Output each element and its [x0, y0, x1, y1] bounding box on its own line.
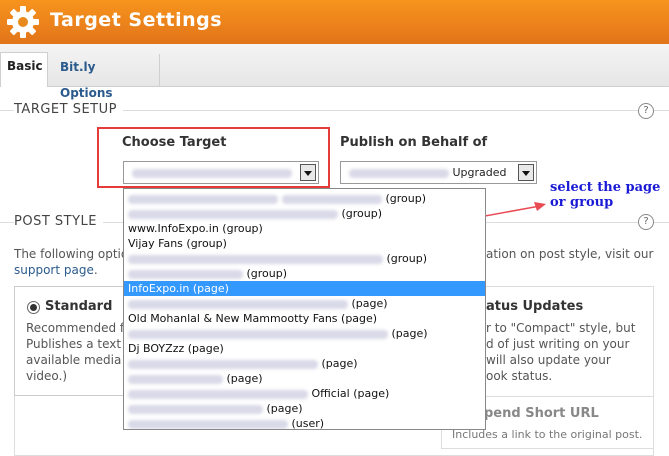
- dropdown-option-selected[interactable]: InfoExpo.in (page): [124, 281, 485, 296]
- redacted-text: [128, 374, 223, 384]
- redacted-text: [128, 269, 243, 279]
- status-updates-desc: r to "Compact" style, but d of just writ…: [486, 320, 635, 384]
- publish-behalf-select[interactable]: Upgraded: [340, 161, 537, 184]
- help-icon[interactable]: ?: [638, 103, 654, 119]
- option-text: (group): [246, 267, 288, 280]
- post-style-intro-right: ation on post style, visit our: [486, 247, 654, 261]
- post-style-intro-left: The following optio: [14, 247, 129, 261]
- dropdown-option[interactable]: (group): [124, 251, 485, 266]
- dropdown-option[interactable]: Official (page): [124, 386, 485, 401]
- dropdown-option[interactable]: (page): [124, 401, 485, 416]
- publish-behalf-label: Publish on Behalf of: [340, 135, 488, 150]
- dropdown-option[interactable]: (group): [124, 266, 485, 281]
- chevron-down-icon: [300, 164, 316, 181]
- section-post-style: POST STYLE: [14, 214, 103, 229]
- choose-target-label: Choose Target: [122, 135, 227, 150]
- annotation-text: select the page or group: [550, 180, 660, 210]
- redacted-text: [128, 254, 383, 264]
- standard-desc: Recommended fo Publishes a text ( availa…: [26, 320, 132, 384]
- redacted-text: [128, 299, 348, 309]
- redacted-text: [132, 168, 292, 178]
- desc-line: Recommended fo: [26, 321, 132, 335]
- tab-bitly-options[interactable]: Bit.ly Options: [48, 54, 160, 100]
- desc-line: d of just writing on your: [486, 337, 630, 351]
- tab-basic[interactable]: Basic: [0, 52, 48, 87]
- tab-bar: Basic Bit.ly Options: [0, 44, 669, 100]
- dropdown-option[interactable]: Old Mohanlal & New Mammootty Fans (page): [124, 311, 485, 326]
- dropdown-option[interactable]: (page): [124, 296, 485, 311]
- publish-behalf-value: Upgraded: [452, 166, 507, 179]
- desc-line: video.): [26, 369, 68, 383]
- dropdown-option[interactable]: (group): [124, 206, 485, 221]
- annotation-line: or group: [550, 195, 614, 210]
- redacted-text: [282, 194, 382, 204]
- option-text: (user): [291, 417, 325, 430]
- header-bar: Target Settings: [0, 0, 669, 44]
- dropdown-option[interactable]: (group): [124, 191, 485, 206]
- support-page-link[interactable]: support page: [14, 263, 94, 277]
- status-updates-title: atus Updates: [486, 299, 584, 314]
- option-text: (group): [341, 207, 383, 220]
- dropdown-option[interactable]: (user): [124, 416, 485, 430]
- gear-icon: [7, 6, 39, 38]
- desc-line: will also update your: [486, 353, 611, 367]
- target-select[interactable]: [123, 161, 319, 184]
- section-target-setup: TARGET SETUP: [14, 102, 123, 117]
- dropdown-option[interactable]: (page): [124, 326, 485, 341]
- option-text: (page): [266, 402, 303, 415]
- support-line: support page.: [14, 262, 98, 278]
- redacted-text: [128, 209, 338, 219]
- redacted-text: [349, 168, 449, 178]
- redacted-text: [128, 359, 318, 369]
- desc-line: available media (: [26, 353, 130, 367]
- chevron-down-icon: [518, 164, 534, 181]
- redacted-text: [128, 329, 388, 339]
- desc-line: r to "Compact" style, but: [486, 321, 636, 335]
- option-text: (group): [386, 252, 428, 265]
- help-icon[interactable]: ?: [638, 214, 654, 230]
- target-dropdown-list[interactable]: (group) (group) www.InfoExpo.in (group) …: [123, 188, 486, 430]
- option-text: (page): [391, 327, 428, 340]
- desc-line: ook status.: [486, 369, 553, 383]
- option-text: (page): [226, 372, 263, 385]
- standard-radio[interactable]: [27, 301, 40, 314]
- redacted-text: [128, 419, 288, 429]
- dropdown-option[interactable]: Vijay Fans (group): [124, 236, 485, 251]
- redacted-text: [128, 404, 263, 414]
- option-text: Official (page): [311, 387, 390, 400]
- option-text: (page): [351, 297, 388, 310]
- redacted-text: [128, 389, 308, 399]
- dropdown-option[interactable]: www.InfoExpo.in (group): [124, 221, 485, 236]
- option-text: (group): [385, 192, 427, 205]
- page-title: Target Settings: [50, 9, 223, 31]
- annotation-line: select the page: [550, 180, 661, 195]
- period: .: [93, 263, 98, 277]
- desc-line: Publishes a text (: [26, 337, 130, 351]
- dropdown-option[interactable]: (page): [124, 356, 485, 371]
- short-url-title: pend Short URL: [484, 406, 599, 421]
- redacted-text: [128, 194, 278, 204]
- standard-title: Standard: [45, 299, 113, 314]
- dropdown-option[interactable]: (page): [124, 371, 485, 386]
- option-text: (page): [321, 357, 358, 370]
- dropdown-option[interactable]: Dj BOYZzz (page): [124, 341, 485, 356]
